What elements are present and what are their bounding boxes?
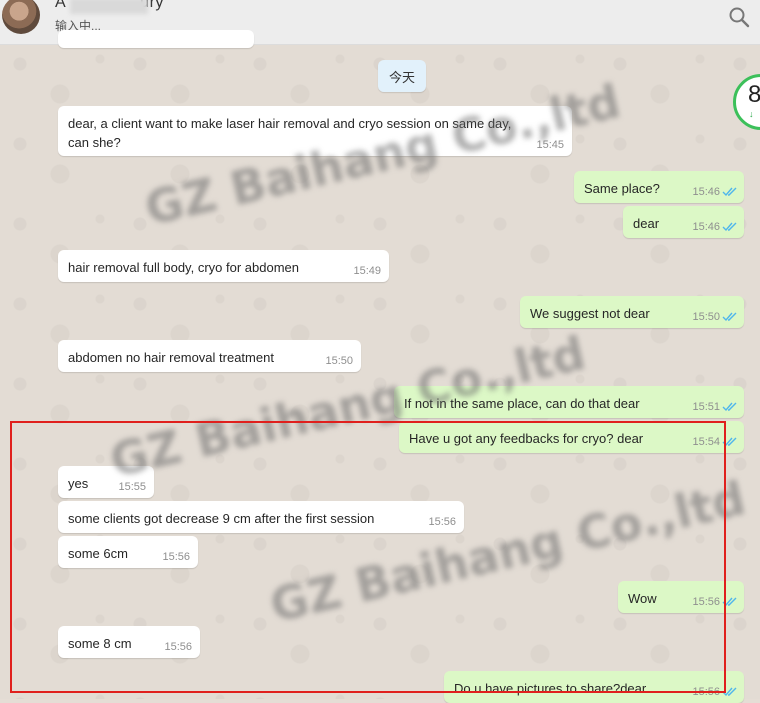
message-time: 15:56 [164,641,192,653]
partial-message-bubble [58,30,254,48]
message-text: If not in the same place, can do that de… [404,396,640,411]
double-check-icon [722,597,737,607]
double-check-icon [722,402,737,412]
message-text: yes [68,476,89,491]
double-check-icon [722,312,737,322]
message-time: 15:56 [428,516,456,528]
message-time: 15:56 [692,686,720,698]
message-time: 15:46 [692,186,720,198]
message-time: 15:50 [692,311,720,323]
message-time: 15:56 [162,551,190,563]
search-icon[interactable] [728,6,750,28]
message-text: Wow [628,591,657,606]
message-text: some 6cm [68,546,128,561]
double-check-icon [722,687,737,697]
message-time: 15:56 [692,596,720,608]
message-text: some 8 cm [68,636,132,651]
message-bubble-incoming[interactable]: yes 15:55 [58,466,154,498]
double-check-icon [722,222,737,232]
message-text: Do u have pictures to share?dear [454,681,647,696]
avatar[interactable] [2,0,40,34]
message-text: abdomen no hair removal treatment [68,350,274,365]
message-time: 15:54 [692,436,720,448]
message-text: Same place? [584,181,660,196]
double-check-icon [722,437,737,447]
message-time: 15:46 [692,221,720,233]
message-bubble-incoming[interactable]: some 6cm 15:56 [58,536,198,568]
message-time: 15:49 [353,265,381,277]
message-time: 15:55 [118,481,146,493]
message-bubble-incoming[interactable]: some clients got decrease 9 cm after the… [58,501,464,533]
message-bubble-outgoing[interactable]: Do u have pictures to share?dear 15:56 [444,671,744,703]
message-time: 15:51 [692,401,720,413]
message-text: hair removal full body, cryo for abdomen [68,260,299,275]
message-bubble-outgoing[interactable]: We suggest not dear 15:50 [520,296,744,328]
message-bubble-outgoing[interactable]: If not in the same place, can do that de… [394,386,744,418]
date-separator: 今天 [378,60,426,92]
message-text: We suggest not dear [530,306,650,321]
message-bubble-incoming[interactable]: abdomen no hair removal treatment 15:50 [58,340,361,372]
countdown-value: 8 [748,81,760,108]
message-time: 15:50 [325,355,353,367]
double-check-icon [722,187,737,197]
message-text: Have u got any feedbacks for cryo? dear [409,431,644,446]
countdown-arrow-icon: ↓ [749,109,754,119]
message-bubble-incoming[interactable]: dear, a client want to make laser hair r… [58,106,572,156]
message-bubble-outgoing[interactable]: Have u got any feedbacks for cryo? dear … [399,421,744,453]
redacted-name-blur [70,0,148,14]
message-bubble-outgoing[interactable]: Wow 15:56 [618,581,744,613]
message-text: dear [633,216,660,231]
message-text: dear, a client want to make laser hair r… [68,116,512,150]
message-bubble-incoming[interactable]: hair removal full body, cryo for abdomen… [58,250,389,282]
message-bubble-outgoing[interactable]: dear 15:46 [623,206,744,238]
message-text: some clients got decrease 9 cm after the… [68,511,375,526]
message-bubble-incoming[interactable]: some 8 cm 15:56 [58,626,200,658]
message-time: 15:45 [536,139,564,151]
message-bubble-outgoing[interactable]: Same place? 15:46 [574,171,744,203]
